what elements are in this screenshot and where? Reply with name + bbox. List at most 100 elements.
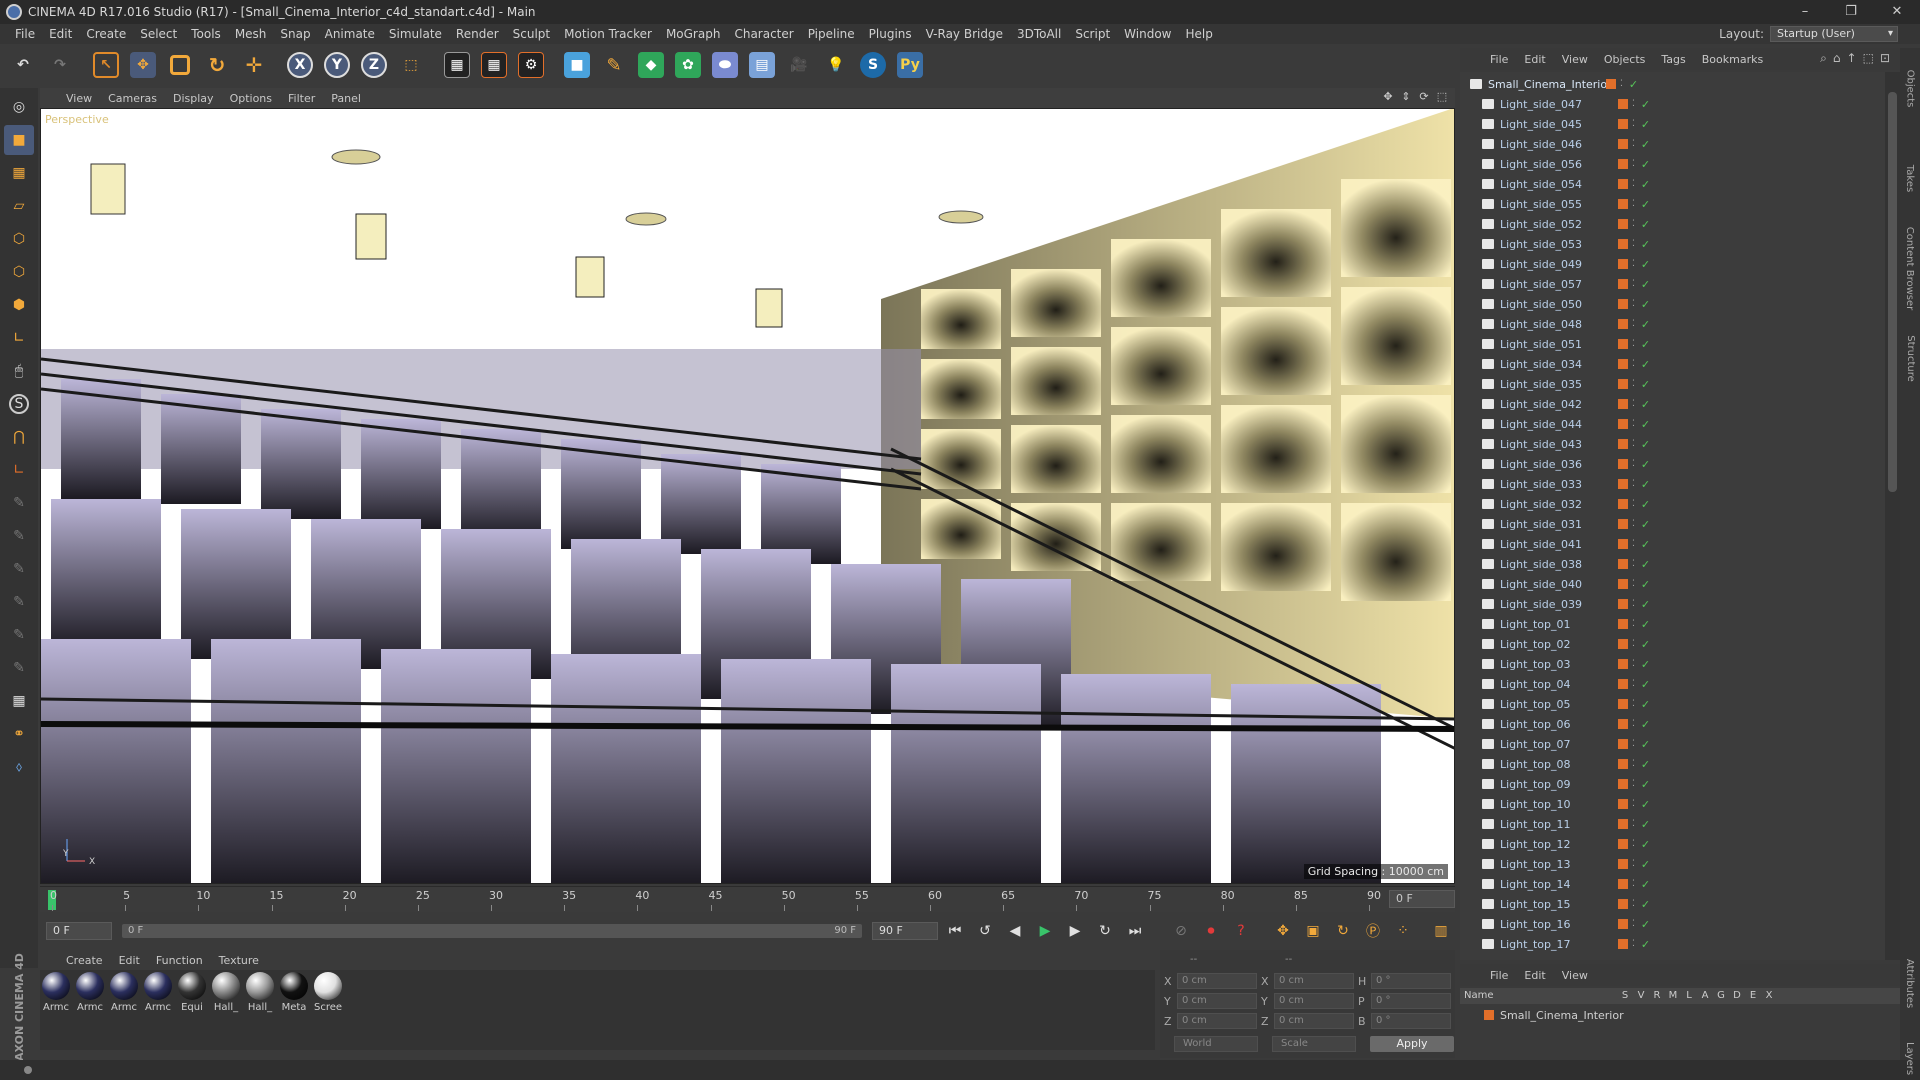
visibility-dots-icon[interactable]: ⁚	[1632, 579, 1635, 589]
object-tree-item[interactable]: Light_top_04 ⁚ ✓	[1460, 674, 1885, 694]
object-tree-item[interactable]: Light_side_045 ⁚ ✓	[1460, 114, 1885, 134]
visibility-dots-icon[interactable]: ⁚	[1632, 239, 1635, 249]
visibility-dots-icon[interactable]: ⁚	[1632, 519, 1635, 529]
menu-create[interactable]: Create	[79, 24, 133, 44]
visibility-dots-icon[interactable]: ⁚	[1632, 779, 1635, 789]
menu-plugins[interactable]: Plugins	[862, 24, 919, 44]
layer-color-tag[interactable]	[1618, 479, 1628, 489]
previous-frame-button[interactable]: ◀	[1002, 918, 1028, 944]
visibility-dots-icon[interactable]: ⁚	[1632, 739, 1635, 749]
key-scale-toggle[interactable]: ▣	[1300, 918, 1326, 944]
material-swatch[interactable]: Armc	[42, 972, 70, 1050]
layer-color-tag[interactable]	[1618, 499, 1628, 509]
menu-tools[interactable]: Tools	[184, 24, 228, 44]
enabled-check-icon[interactable]: ✓	[1641, 738, 1650, 751]
enabled-check-icon[interactable]: ✓	[1641, 598, 1650, 611]
layer-color-tag[interactable]	[1618, 279, 1628, 289]
material-menu-texture[interactable]: Texture	[211, 954, 267, 967]
timeline-ruler[interactable]: 0 F 0 5 10 15 20 25 30 35 40 45 50 55 60 65 70 75 80 85 90	[40, 886, 1455, 912]
layer-color-tag[interactable]	[1618, 759, 1628, 769]
object-tree-item[interactable]: Light_side_035 ⁚ ✓	[1460, 374, 1885, 394]
x-axis-toggle[interactable]: X	[283, 48, 317, 82]
object-tree-item[interactable]: Light_side_031 ⁚ ✓	[1460, 514, 1885, 534]
object-tree-item[interactable]: Light_side_055 ⁚ ✓	[1460, 194, 1885, 214]
visibility-dots-icon[interactable]: ⁚	[1632, 759, 1635, 769]
visibility-dots-icon[interactable]: ⁚	[1632, 159, 1635, 169]
enabled-check-icon[interactable]: ✓	[1641, 938, 1650, 951]
layer-color-tag[interactable]	[1618, 239, 1628, 249]
visibility-dots-icon[interactable]: ⁚	[1632, 279, 1635, 289]
sculpt-smooth-button[interactable]: ✎	[4, 521, 34, 551]
object-menu-tags[interactable]: Tags	[1653, 53, 1693, 66]
live-selection-button[interactable]: ↖	[89, 48, 123, 82]
object-tree-item[interactable]: Light_top_07 ⁚ ✓	[1460, 734, 1885, 754]
add-cube-button[interactable]: ■	[560, 48, 594, 82]
object-tree-item[interactable]: Light_side_044 ⁚ ✓	[1460, 414, 1885, 434]
material-swatch[interactable]: Armc	[110, 972, 138, 1050]
viewport-menu-filter[interactable]: Filter	[280, 92, 323, 105]
layer-color-tag[interactable]	[1618, 699, 1628, 709]
object-tree-item[interactable]: Light_side_053 ⁚ ✓	[1460, 234, 1885, 254]
object-tree-item[interactable]: Light_side_040 ⁚ ✓	[1460, 574, 1885, 594]
enabled-check-icon[interactable]: ✓	[1641, 458, 1650, 471]
side-tab-objects[interactable]: Objects	[1900, 58, 1920, 118]
layer-color-tag[interactable]	[1618, 99, 1628, 109]
menu-mograph[interactable]: MoGraph	[659, 24, 728, 44]
points-mode-button[interactable]: ⬡	[4, 224, 34, 254]
visibility-dots-icon[interactable]: ⁚	[1632, 819, 1635, 829]
enabled-check-icon[interactable]: ✓	[1629, 78, 1638, 91]
coords-position-field[interactable]: 0 cm	[1177, 1013, 1257, 1029]
enabled-check-icon[interactable]: ✓	[1641, 578, 1650, 591]
rotate-tool-button[interactable]: ↻	[200, 48, 234, 82]
object-tree-item[interactable]: Light_side_038 ⁚ ✓	[1460, 554, 1885, 574]
coords-position-field[interactable]: 0 cm	[1177, 993, 1257, 1009]
current-frame-field[interactable]: 0 F	[46, 922, 112, 940]
up-arrow-icon[interactable]: ↑	[1847, 51, 1857, 66]
enabled-check-icon[interactable]: ✓	[1641, 278, 1650, 291]
z-axis-toggle[interactable]: Z	[357, 48, 391, 82]
enabled-check-icon[interactable]: ✓	[1641, 918, 1650, 931]
undo-button[interactable]: ↶	[6, 48, 40, 82]
object-tree-item[interactable]: Light_top_03 ⁚ ✓	[1460, 654, 1885, 674]
enabled-check-icon[interactable]: ✓	[1641, 778, 1650, 791]
layer-color-tag[interactable]	[1618, 459, 1628, 469]
object-tree-item[interactable]: Light_side_057 ⁚ ✓	[1460, 274, 1885, 294]
enabled-check-icon[interactable]: ✓	[1641, 258, 1650, 271]
visibility-dots-icon[interactable]: ⁚	[1632, 179, 1635, 189]
enabled-check-icon[interactable]: ✓	[1641, 618, 1650, 631]
enabled-check-icon[interactable]: ✓	[1641, 718, 1650, 731]
visibility-dots-icon[interactable]: ⁚	[1632, 139, 1635, 149]
viewport-menu-view[interactable]: View	[58, 92, 100, 105]
visibility-dots-icon[interactable]: ⁚	[1632, 299, 1635, 309]
object-tree-item[interactable]: Light_top_01 ⁚ ✓	[1460, 614, 1885, 634]
perspective-viewport[interactable]: Perspective Y X Grid Spacing : 10000 cm	[40, 108, 1455, 884]
layer-color-tag[interactable]	[1618, 679, 1628, 689]
object-tree-item[interactable]: Light_side_047 ⁚ ✓	[1460, 94, 1885, 114]
visibility-dots-icon[interactable]: ⁚	[1620, 79, 1623, 89]
enabled-check-icon[interactable]: ✓	[1641, 338, 1650, 351]
material-swatch[interactable]: Hall_	[212, 972, 240, 1050]
side-tab-structure[interactable]: Structure	[1900, 328, 1920, 388]
visibility-dots-icon[interactable]: ⁚	[1632, 659, 1635, 669]
previous-key-button[interactable]: ↺	[972, 918, 998, 944]
visibility-dots-icon[interactable]: ⁚	[1632, 379, 1635, 389]
layer-color-tag[interactable]	[1618, 559, 1628, 569]
add-deformer-button[interactable]: ⬬	[708, 48, 742, 82]
object-tree-item[interactable]: Light_top_16 ⁚ ✓	[1460, 914, 1885, 934]
coords-size-field[interactable]: 0 cm	[1274, 973, 1354, 989]
menu-3dtoall[interactable]: 3DToAll	[1010, 24, 1068, 44]
layer-color-tag[interactable]	[1618, 439, 1628, 449]
add-light-button[interactable]: 💡	[819, 48, 853, 82]
enabled-check-icon[interactable]: ✓	[1641, 178, 1650, 191]
object-tree-item[interactable]: Light_side_041 ⁚ ✓	[1460, 534, 1885, 554]
coords-world-dropdown[interactable]: World	[1174, 1036, 1258, 1052]
visibility-dots-icon[interactable]: ⁚	[1632, 359, 1635, 369]
solo-button[interactable]: S	[4, 389, 34, 419]
material-menu-function[interactable]: Function	[148, 954, 211, 967]
object-tree-item[interactable]: Light_top_05 ⁚ ✓	[1460, 694, 1885, 714]
menu-help[interactable]: Help	[1178, 24, 1219, 44]
timeline-end-field[interactable]: 0 F	[1389, 890, 1455, 908]
object-tree-item[interactable]: Light_side_036 ⁚ ✓	[1460, 454, 1885, 474]
visibility-dots-icon[interactable]: ⁚	[1632, 859, 1635, 869]
record-active-objects-button[interactable]: ⏺	[1198, 918, 1224, 944]
